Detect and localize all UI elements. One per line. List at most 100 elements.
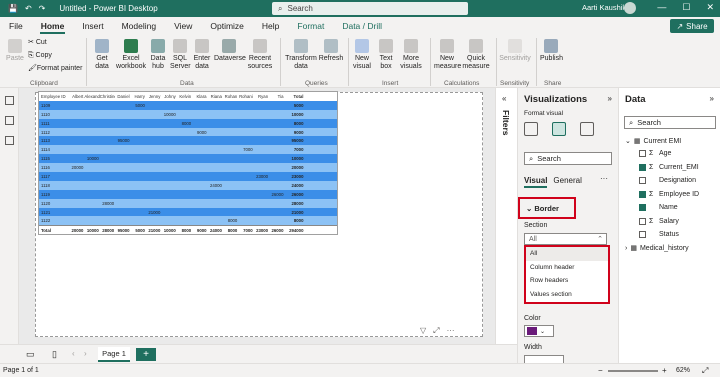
field-checkbox[interactable] — [639, 231, 646, 238]
field-checkbox[interactable] — [639, 150, 646, 157]
avatar[interactable] — [624, 2, 636, 14]
sql-server-button[interactable]: SQL Server — [170, 39, 191, 71]
collapse-icon[interactable]: » — [608, 94, 612, 103]
expand-icon[interactable]: « — [502, 94, 506, 103]
option-row-headers[interactable]: Row headers — [526, 274, 608, 288]
get-data-button[interactable]: Get data — [90, 39, 114, 71]
table-row[interactable]: 1114 7000 7000 — [39, 145, 337, 155]
cut-button[interactable]: ✂ Cut — [28, 39, 47, 47]
new-visual-button[interactable]: New visual — [352, 39, 372, 71]
quick-measure-button[interactable]: Quick measure — [462, 39, 490, 71]
zoom-out-icon[interactable]: − — [598, 366, 603, 375]
tab-format[interactable]: Format — [288, 17, 333, 35]
table-medical-history[interactable]: › ▦ Medical_history — [625, 244, 689, 253]
table-row[interactable]: 1121 21000 21000 — [39, 207, 337, 217]
filters-pane[interactable]: « Filters — [495, 88, 517, 344]
table-row[interactable]: 1113 95000 95000 — [39, 136, 337, 146]
more-visuals-button[interactable]: More visuals — [398, 39, 424, 71]
border-section-header[interactable]: ⌄ Border — [526, 204, 559, 213]
transform-data-button[interactable]: Transform data — [284, 39, 318, 71]
zoom-slider[interactable] — [608, 370, 658, 372]
field-item[interactable]: Designation — [639, 177, 696, 184]
tab-optimize[interactable]: Optimize — [201, 17, 253, 35]
format-visual-icon[interactable] — [552, 122, 566, 136]
option-values-section[interactable]: Values section — [526, 288, 608, 302]
field-checkbox[interactable] — [639, 204, 646, 211]
table-row[interactable]: 1120 28000 28000 — [39, 198, 337, 208]
dataverse-button[interactable]: Dataverse — [214, 39, 246, 63]
table-row[interactable]: 1122 8000 8000 — [39, 216, 337, 226]
field-item[interactable]: Status — [639, 231, 679, 238]
zoom-in-icon[interactable]: + — [662, 366, 667, 375]
next-page-icon[interactable]: › — [84, 349, 87, 358]
tab-modeling[interactable]: Modeling — [113, 17, 166, 35]
model-view-icon[interactable] — [5, 136, 14, 145]
filter-icon[interactable]: ▽ — [420, 326, 426, 336]
save-icon[interactable]: 💾 — [8, 4, 18, 13]
table-current-emi[interactable]: ⌄ ▦ Current EMI — [625, 137, 681, 146]
focus-mode-icon[interactable]: ⤢ — [433, 326, 439, 336]
tab-insert[interactable]: Insert — [73, 17, 112, 35]
field-checkbox[interactable] — [639, 177, 646, 184]
collapse-icon[interactable]: » — [710, 94, 714, 103]
tab-view[interactable]: View — [165, 17, 201, 35]
more-options-icon[interactable]: ··· — [600, 174, 608, 183]
desktop-layout-icon[interactable]: ▭ — [26, 349, 35, 360]
report-view-icon[interactable] — [5, 96, 14, 105]
copy-button[interactable]: ⎘ Copy — [28, 52, 52, 60]
refresh-button[interactable]: Refresh — [318, 39, 344, 63]
column-header-row[interactable]: Employee ID AlbertAlexanderChristineDanie… — [39, 92, 337, 101]
field-item[interactable]: Σ Salary — [639, 217, 679, 225]
table-row[interactable]: 1118 24000 24000 — [39, 180, 337, 190]
table-row[interactable]: 1116 20000 20000 — [39, 163, 337, 173]
table-row[interactable]: 1111 8000 8000 — [39, 118, 337, 128]
table-view-icon[interactable] — [5, 116, 14, 125]
table-row[interactable]: 1110 10000 10000 — [39, 109, 337, 119]
tab-data-drill[interactable]: Data / Drill — [333, 17, 391, 35]
excel-button[interactable]: Excel workbook — [116, 39, 146, 71]
table-row[interactable]: 1109 5000 5000 — [39, 100, 337, 110]
format-painter-button[interactable]: 🖌Format painter — [28, 65, 82, 73]
publish-button[interactable]: Publish — [540, 39, 563, 63]
redo-icon[interactable]: ↷ — [39, 4, 46, 13]
field-checkbox[interactable] — [639, 190, 646, 198]
field-item[interactable]: Σ Age — [639, 150, 671, 157]
matrix-visual[interactable]: Employee ID AlbertAlexanderChristineDanie… — [38, 91, 338, 236]
tab-help[interactable]: Help — [253, 17, 288, 35]
tab-visual[interactable]: Visual — [524, 176, 548, 188]
recent-sources-button[interactable]: Recent sources — [246, 39, 274, 71]
more-options-icon[interactable]: ··· — [447, 326, 455, 336]
fit-page-icon[interactable]: ⤢ — [702, 366, 708, 376]
minimize-icon[interactable]: — — [657, 2, 666, 13]
close-icon[interactable]: ✕ — [706, 2, 714, 13]
mobile-layout-icon[interactable]: ▯ — [52, 349, 57, 360]
prev-page-icon[interactable]: ‹ — [72, 349, 75, 358]
user-name[interactable]: Aarti Kaushik — [582, 3, 626, 12]
color-picker[interactable]: ⌄ — [524, 325, 554, 337]
option-column-header[interactable]: Column header — [526, 261, 608, 275]
field-item[interactable]: Σ Employee ID — [639, 190, 699, 198]
new-measure-button[interactable]: New measure — [434, 39, 461, 71]
add-page-button[interactable]: + — [136, 348, 156, 361]
table-row[interactable]: 1115 10000 10000 — [39, 154, 337, 164]
tab-file[interactable]: File — [0, 17, 32, 35]
paste-button[interactable]: Paste — [4, 39, 26, 63]
tab-general[interactable]: General — [553, 176, 581, 188]
field-checkbox[interactable] — [639, 163, 646, 171]
field-item[interactable]: Name — [639, 204, 678, 211]
total-row[interactable]: Total 20000 10000 28000 95000 5000 21000 10000 8… — [39, 225, 337, 235]
page-tab-1[interactable]: Page 1 — [98, 347, 130, 362]
build-visual-icon[interactable] — [524, 122, 538, 136]
maximize-icon[interactable]: ☐ — [682, 2, 690, 13]
option-all[interactable]: All — [526, 247, 608, 261]
tab-home[interactable]: Home — [32, 17, 74, 35]
table-row[interactable]: 1112 9000 9000 — [39, 127, 337, 137]
enter-data-button[interactable]: Enter data — [192, 39, 212, 71]
field-item[interactable]: Σ Current_EMI — [639, 163, 699, 171]
viz-search-input[interactable]: ⌕ Search — [524, 152, 612, 165]
sensitivity-button[interactable]: Sensitivity — [498, 39, 532, 63]
undo-icon[interactable]: ↶ — [25, 4, 32, 13]
data-hub-button[interactable]: Data hub — [148, 39, 168, 71]
analytics-icon[interactable] — [580, 122, 594, 136]
search-box[interactable]: ⌕ Search — [272, 2, 468, 15]
